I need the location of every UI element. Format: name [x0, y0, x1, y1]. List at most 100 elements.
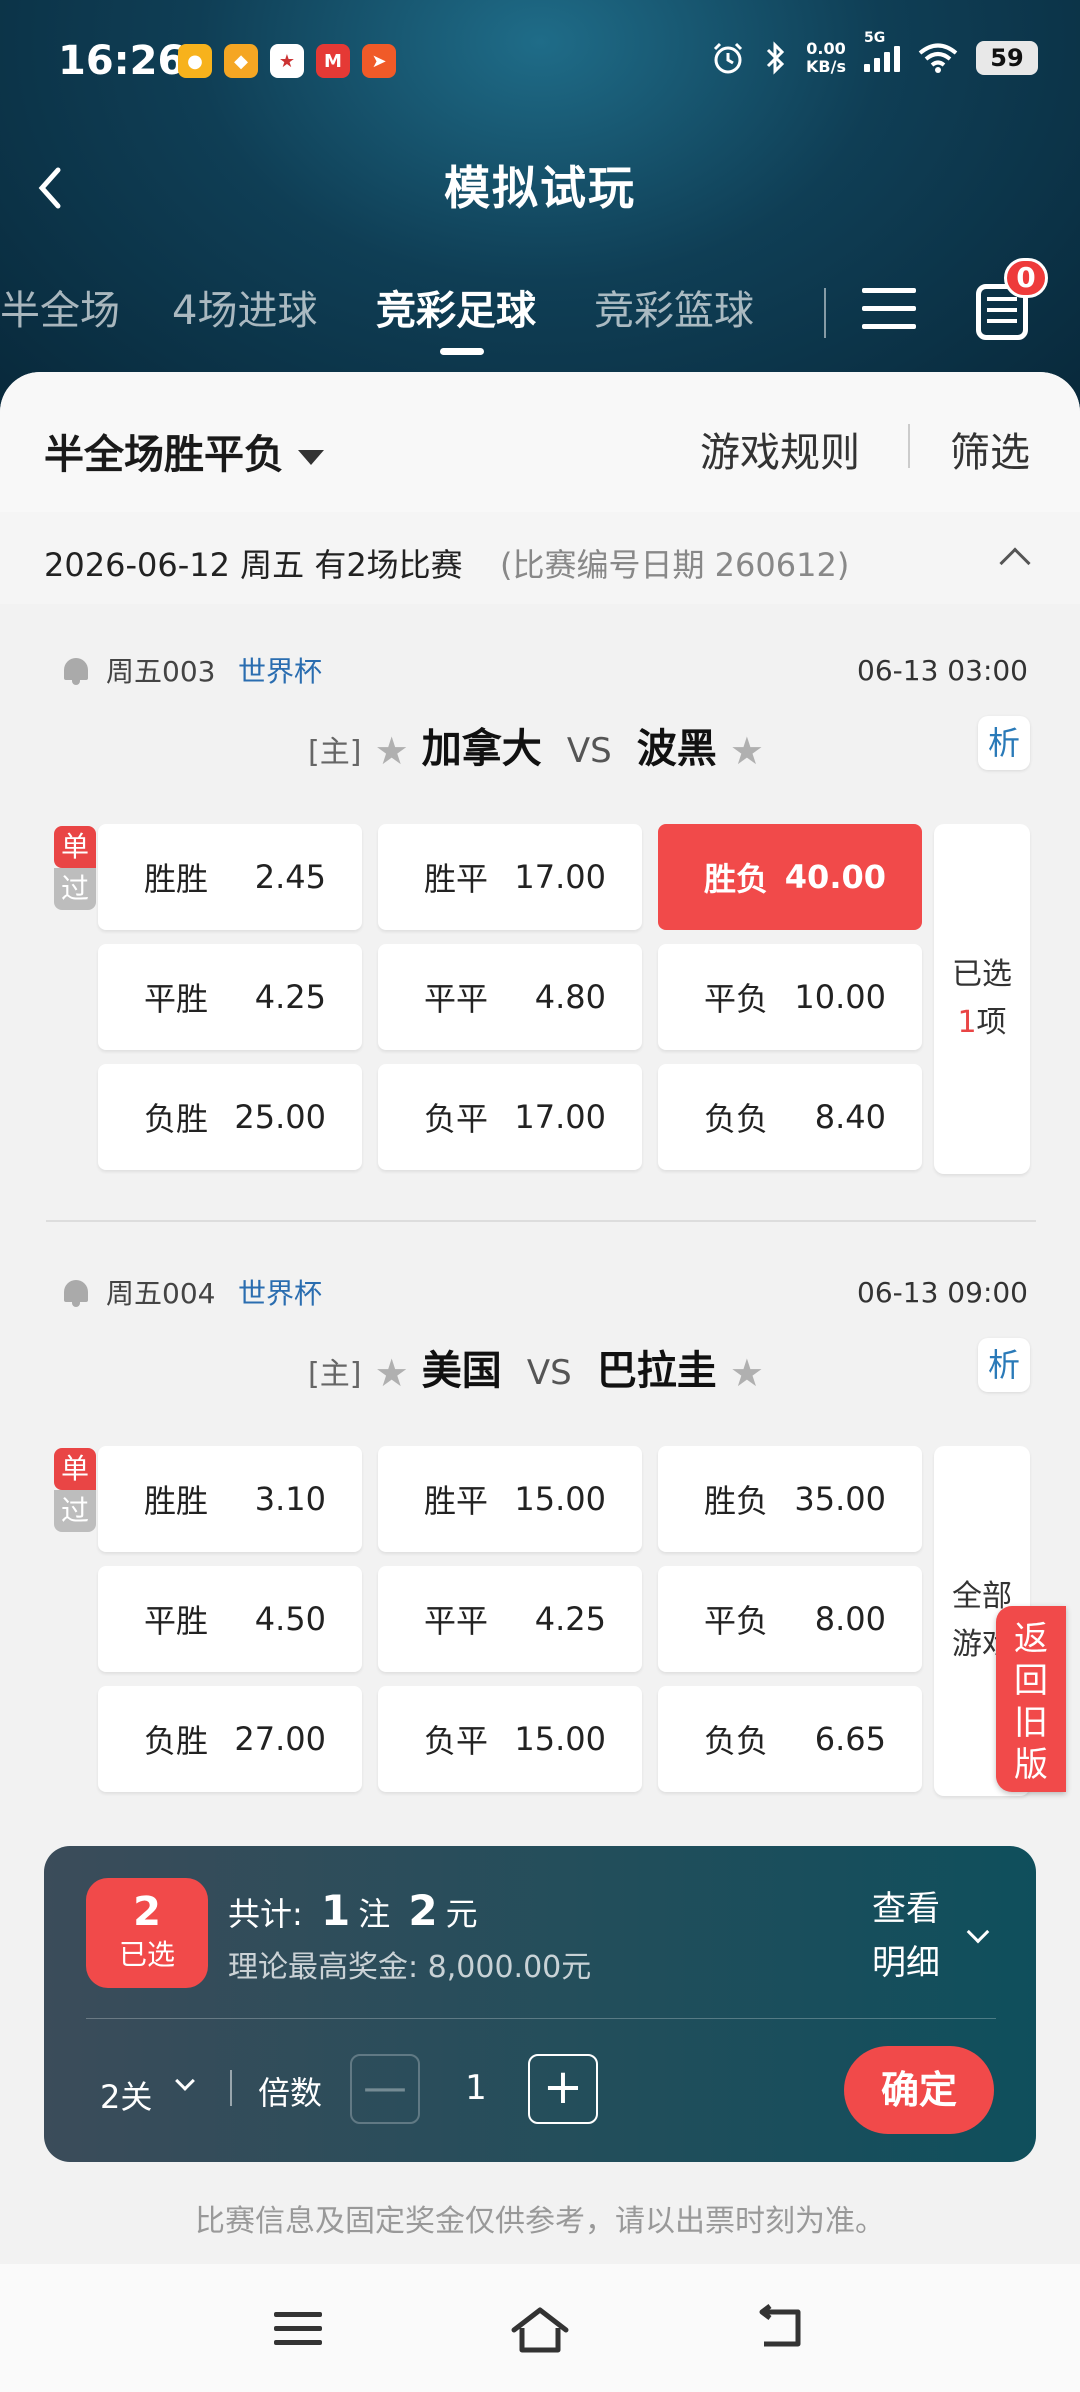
game-rules-link[interactable]: 游戏规则: [700, 420, 860, 478]
home-tag: [主]: [308, 735, 362, 770]
odds-cell[interactable]: 负平 15.00: [378, 1686, 642, 1792]
battery-indicator: 59: [976, 41, 1038, 75]
odds-label: 负负: [704, 1100, 769, 1138]
network-type: 5G: [864, 30, 886, 46]
odds-cell[interactable]: 平负 10.00: [658, 944, 922, 1050]
odds-cell[interactable]: 负胜 27.00: [98, 1686, 362, 1792]
bell-icon[interactable]: [62, 654, 90, 685]
vs-label: VS: [526, 1353, 572, 1393]
selected-badge[interactable]: 2 已选: [86, 1878, 208, 1988]
chevron-down-icon[interactable]: [966, 1920, 990, 1944]
bell-icon[interactable]: [62, 1276, 90, 1307]
disclaimer: 比赛信息及固定奖金仅供参考，请以出票时刻为准。: [195, 2204, 885, 2239]
odds-cell[interactable]: 负负 8.40: [658, 1064, 922, 1170]
net-speed-unit: KB/s: [806, 57, 846, 76]
filter-button[interactable]: 筛选: [950, 420, 1030, 478]
odds-value: 27.00: [234, 1720, 326, 1758]
recent-apps-button[interactable]: [274, 2312, 322, 2354]
odds-cell[interactable]: 平胜 4.25: [98, 944, 362, 1050]
pass-type-select[interactable]: 2关: [100, 2072, 152, 2118]
odds-cell[interactable]: 平负 8.00: [658, 1566, 922, 1672]
status-right: 0.00 KB/s 5G 59: [710, 30, 1038, 76]
odds-cell[interactable]: 胜胜 2.45: [98, 824, 362, 930]
home-tag: [主]: [308, 1357, 362, 1392]
return-old-version-button[interactable]: 返回旧版: [996, 1606, 1066, 1792]
analysis-button[interactable]: 析: [978, 1338, 1030, 1392]
total-prefix: 共计:: [228, 1895, 303, 1933]
odds-label: 平平: [424, 1602, 489, 1640]
side-label: 项: [976, 1005, 1007, 1040]
side-label: 已选: [952, 957, 1012, 992]
tab-football[interactable]: 竞彩足球: [376, 278, 536, 336]
filter-divider: [908, 424, 910, 468]
chevron-down-icon[interactable]: [175, 2071, 195, 2091]
odds-cell[interactable]: 胜平 15.00: [378, 1446, 642, 1552]
view-details-button[interactable]: 查看明细: [872, 1882, 952, 1990]
odds-cell[interactable]: 负平 17.00: [378, 1064, 642, 1170]
odds-label: 胜负: [704, 1482, 769, 1520]
page-title: 模拟试玩: [444, 161, 636, 215]
back-nav-icon[interactable]: [754, 2304, 806, 2352]
date-row[interactable]: 2026-06-12 周五 有2场比赛 (比赛编号日期 260612): [0, 512, 1080, 604]
tab-basketball[interactable]: 竞彩篮球: [594, 278, 754, 336]
odds-cell[interactable]: 胜负 35.00: [658, 1446, 922, 1552]
increase-multiple-button[interactable]: +: [528, 2054, 598, 2124]
analysis-button[interactable]: 析: [978, 716, 1030, 770]
home-icon[interactable]: [508, 2304, 572, 2356]
star-icon[interactable]: ★: [375, 729, 409, 773]
decrease-multiple-button[interactable]: —: [350, 2054, 420, 2124]
play-type-select[interactable]: 半全场胜平负: [44, 422, 324, 480]
star-icon[interactable]: ★: [375, 1351, 409, 1395]
odds-label: 负胜: [144, 1722, 209, 1760]
bet-count: 1: [320, 1886, 351, 1935]
net-speed: 0.00 KB/s: [806, 40, 846, 76]
status-bar: 16:26 ● ◆ ★ M ➤ 0.00 KB/s 5G 59: [0, 0, 1080, 120]
odds-cell[interactable]: 胜胜 3.10: [98, 1446, 362, 1552]
header-background: 16:26 ● ◆ ★ M ➤ 0.00 KB/s 5G 59 模拟试玩 半全场…: [0, 0, 1080, 420]
total-line: 共计: 1注 2元: [228, 1886, 478, 1935]
selected-count-cell[interactable]: 已选 1项: [934, 824, 1030, 1174]
odds-cell[interactable]: 负负 6.65: [658, 1686, 922, 1792]
odds-value: 40.00: [784, 858, 886, 896]
odds-label: 负平: [424, 1722, 489, 1760]
match-number: 周五003: [106, 655, 216, 688]
menu-icon[interactable]: [862, 288, 916, 338]
multiple-value[interactable]: 1: [456, 2068, 496, 2108]
odds-value: 15.00: [514, 1480, 606, 1518]
odds-cell[interactable]: 平胜 4.50: [98, 1566, 362, 1672]
tab-4-goals[interactable]: 4场进球: [172, 278, 317, 336]
max-prize: 理论最高奖金: 8,000.00元: [228, 1950, 592, 1985]
odds-value: 8.40: [814, 1098, 886, 1136]
odds-label: 平胜: [144, 1602, 209, 1640]
odds-cell[interactable]: 平平 4.80: [378, 944, 642, 1050]
odds-label: 胜平: [424, 1482, 489, 1520]
odds-cell[interactable]: 胜平 17.00: [378, 824, 642, 930]
net-speed-value: 0.00: [806, 39, 846, 58]
game-tabs: 半全场 4场进球 竞彩足球 竞彩篮球: [0, 278, 820, 358]
odds-cell[interactable]: 负胜 25.00: [98, 1064, 362, 1170]
odds-label: 平平: [424, 980, 489, 1018]
odds-cell-selected[interactable]: 胜负 40.00: [658, 824, 922, 930]
confirm-button[interactable]: 确定: [844, 2046, 994, 2134]
odds-value: 35.00: [794, 1480, 886, 1518]
away-team: 波黑: [636, 726, 717, 772]
amount-unit: 元: [445, 1895, 478, 1933]
league-name: 世界杯: [238, 655, 323, 688]
system-nav-bar: [0, 2264, 1080, 2392]
star-icon[interactable]: ★: [730, 729, 764, 773]
league-name: 世界杯: [238, 1277, 323, 1310]
chevron-up-icon[interactable]: [999, 547, 1031, 579]
alarm-icon: [713, 42, 743, 74]
return-old-char: 旧: [1014, 1703, 1048, 1743]
app-icon: ◆: [224, 44, 258, 78]
return-old-char: 回: [1014, 1661, 1048, 1701]
odds-value: 2.45: [254, 858, 326, 896]
vs-label: VS: [566, 731, 612, 771]
tab-half-full[interactable]: 半全场: [0, 278, 120, 336]
star-icon[interactable]: ★: [730, 1351, 764, 1395]
odds-value: 25.00: [234, 1098, 326, 1136]
odds-label: 平胜: [144, 980, 209, 1018]
odds-cell[interactable]: 平平 4.25: [378, 1566, 642, 1672]
teams-row: [主] ★ 加拿大 VS 波黑 ★: [0, 716, 1080, 774]
odds-label: 负平: [424, 1100, 489, 1138]
